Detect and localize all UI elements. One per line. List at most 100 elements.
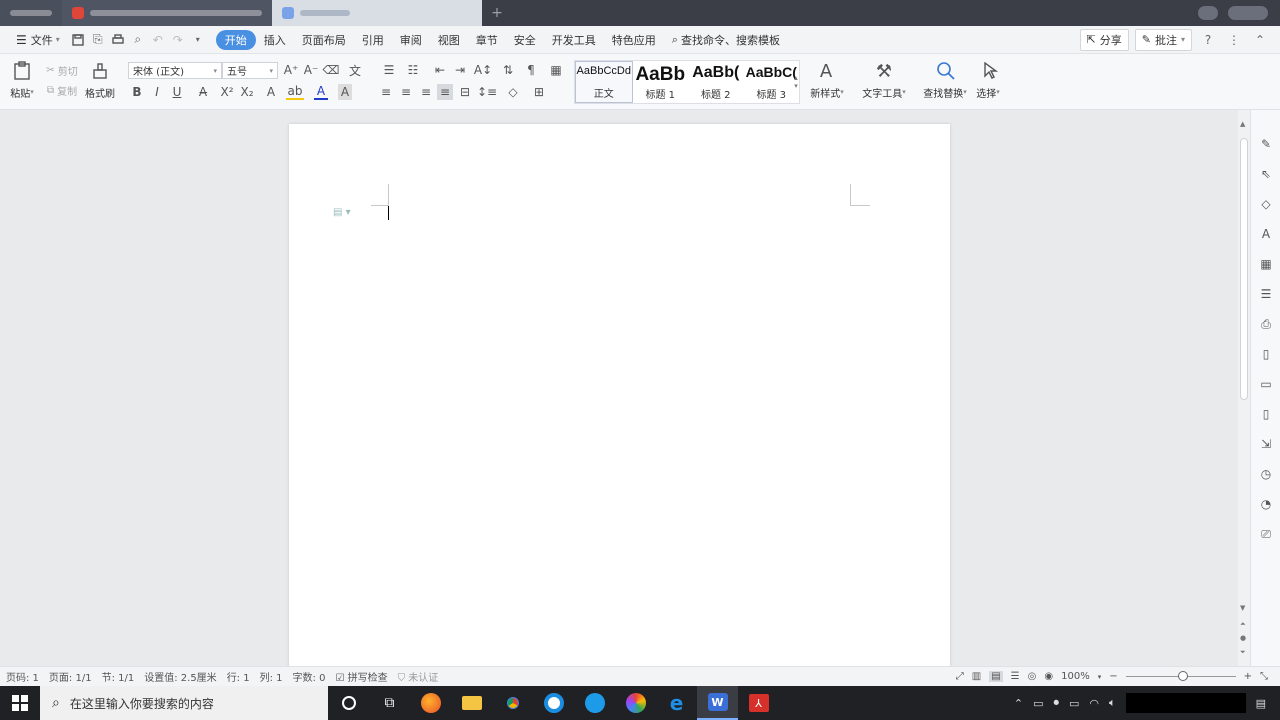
color-app-icon[interactable] — [615, 686, 656, 720]
text-tools-button[interactable]: 文字工具 ▾ — [858, 86, 910, 100]
cut-button[interactable]: ✂ 剪切 — [42, 64, 82, 78]
status-section[interactable]: 节: 1/1 — [102, 669, 135, 684]
shading-icon[interactable]: ◇ — [504, 84, 522, 100]
quick-access-dropdown-icon[interactable]: ▾ — [188, 30, 208, 50]
vertical-scrollbar[interactable]: ▲ ▼ ⏶ ● ⏷ — [1238, 110, 1250, 666]
find-replace-button[interactable]: 查找替换 ▾ — [918, 86, 972, 100]
char-shading-icon[interactable]: A — [338, 84, 352, 100]
new-style-icon[interactable]: A — [814, 60, 838, 82]
text-direction-icon[interactable]: A↕ — [474, 62, 492, 78]
chrome-icon[interactable] — [492, 686, 533, 720]
numbered-list-icon[interactable]: ☷ — [404, 62, 422, 78]
style-heading-2[interactable]: AaBb( 标题 2 — [688, 61, 744, 103]
outline-view-icon[interactable]: ☰ — [1011, 671, 1020, 682]
sort-icon[interactable]: ⇅ — [500, 62, 516, 78]
style-pane-icon[interactable]: A — [1258, 226, 1274, 242]
shapes-icon[interactable]: ◇ — [1258, 196, 1274, 212]
status-page-number[interactable]: 页码: 1 — [6, 669, 39, 684]
command-search[interactable]: ⌕ 查找命令、搜索模板 — [664, 30, 788, 50]
style-heading-1[interactable]: AaBb 标题 1 — [633, 61, 689, 103]
copy-button[interactable]: ⧉ 复制 — [42, 84, 82, 98]
help-icon[interactable]: ? — [1198, 30, 1218, 50]
backup-icon[interactable]: ⎚ — [1258, 526, 1274, 542]
feather-app-icon[interactable] — [574, 686, 615, 720]
status-word-count[interactable]: 字数: 0 — [293, 669, 326, 684]
format-painter-icon[interactable] — [88, 60, 112, 82]
phonetic-icon[interactable]: 文 — [346, 62, 364, 78]
zoom-level[interactable]: 100% — [1061, 671, 1090, 682]
next-page-icon[interactable]: ⏷ — [1240, 648, 1246, 657]
notification-icon[interactable]: ▤ — [1256, 697, 1266, 710]
underline-icon[interactable]: U — [168, 84, 186, 100]
tab-document-1[interactable] — [62, 0, 272, 26]
certification-status[interactable]: ⛉ 未认证 — [398, 669, 439, 684]
tab-insert[interactable]: 插入 — [256, 30, 294, 50]
browser-q-icon[interactable] — [533, 686, 574, 720]
file-menu[interactable]: ☰ 文件 ▾ — [8, 30, 68, 50]
wifi-icon[interactable]: ◠ — [1089, 697, 1099, 710]
fit-page-icon[interactable]: ⤡ — [1260, 671, 1268, 682]
scrollbar-thumb[interactable] — [1240, 138, 1248, 400]
volume-icon[interactable]: 🔈︎ — [1109, 696, 1116, 710]
zoom-out-icon[interactable]: − — [1109, 671, 1117, 682]
paste-options-icon[interactable]: ▤ ▾ — [333, 207, 351, 218]
align-left-icon[interactable]: ≡ — [378, 84, 394, 100]
output-pdf-icon[interactable]: ⎘ — [88, 30, 108, 50]
zoom-slider-knob[interactable] — [1177, 671, 1188, 681]
trash-icon[interactable]: ▯ — [1258, 406, 1274, 422]
windows-start-icon[interactable] — [0, 686, 40, 720]
zoom-slider[interactable] — [1125, 671, 1236, 681]
line-spacing-icon[interactable]: ↕≡ — [477, 84, 497, 100]
tab-start[interactable]: 开始 — [215, 29, 256, 50]
export-icon[interactable]: ⇲ — [1258, 436, 1274, 452]
paste-icon[interactable] — [8, 60, 36, 82]
page-view-icon[interactable]: ▤ — [989, 671, 1003, 682]
file-explorer-icon[interactable] — [451, 686, 492, 720]
status-row[interactable]: 行: 1 — [227, 669, 250, 684]
history-icon[interactable]: ◷ — [1258, 466, 1274, 482]
tab-document-2[interactable] — [272, 0, 482, 26]
battery-icon[interactable]: ▭ — [1069, 697, 1079, 710]
status-pages[interactable]: 页面: 1/1 — [49, 669, 92, 684]
read-mode-icon[interactable]: ▥ — [972, 671, 981, 682]
microphone-icon[interactable]: ⏺ — [1053, 696, 1059, 710]
tab-chapter[interactable]: 章节 — [468, 30, 506, 50]
cursor-icon[interactable] — [978, 60, 1002, 82]
find-icon[interactable] — [934, 60, 958, 82]
browse-object-icon[interactable]: ● — [1240, 634, 1246, 642]
undo-icon[interactable]: ↶ — [148, 30, 168, 50]
tab-page-layout[interactable]: 页面布局 — [294, 30, 354, 50]
decrease-indent-icon[interactable]: ⇤ — [432, 62, 448, 78]
distributed-icon[interactable]: ⊟ — [457, 84, 473, 100]
pdf-reader-icon[interactable]: ⅄ — [738, 686, 779, 720]
edge-icon[interactable]: e — [656, 686, 697, 720]
spell-check-button[interactable]: ☑ 拼写检查 — [335, 669, 387, 684]
format-painter-button[interactable]: 格式刷 — [82, 86, 118, 100]
table-icon[interactable]: ▦ — [1258, 256, 1274, 272]
status-column[interactable]: 列: 1 — [260, 669, 283, 684]
document-page[interactable]: ▤ ▾ — [289, 124, 950, 684]
select-button[interactable]: 选择 ▾ — [972, 86, 1004, 100]
scroll-down-icon[interactable]: ▼ — [1240, 604, 1245, 612]
highlight-icon[interactable]: ab — [286, 84, 304, 100]
style-gallery-scroll[interactable]: ▴ ▾ — [790, 60, 802, 104]
style-normal[interactable]: AaBbCcDd 正文 — [575, 61, 633, 103]
cortana-icon[interactable] — [328, 686, 369, 720]
paste-button[interactable]: 粘贴 ▾ — [6, 86, 38, 100]
strikethrough-icon[interactable]: A̶ — [194, 84, 212, 100]
clock-area[interactable] — [1125, 693, 1246, 713]
fullscreen-icon[interactable]: ⤢ — [956, 671, 964, 682]
subscript-icon[interactable]: X₂ — [240, 84, 254, 100]
wrench-icon[interactable]: ⚒ — [872, 60, 896, 82]
border-icon[interactable]: ▦ — [548, 62, 564, 78]
scroll-up-icon[interactable]: ▲ — [1240, 120, 1245, 128]
clear-format-icon[interactable]: ⌫ — [323, 62, 340, 78]
meeting-icon[interactable]: ▭ — [1033, 697, 1043, 710]
tab-security[interactable]: 安全 — [506, 30, 544, 50]
print-preview-icon[interactable]: ⌕ — [128, 30, 148, 50]
window-controls[interactable] — [1228, 6, 1268, 20]
save-icon[interactable] — [68, 30, 88, 50]
new-style-button[interactable]: 新样式 ▾ — [806, 86, 848, 100]
new-tab-button[interactable]: + — [482, 0, 512, 26]
redo-icon[interactable]: ↷ — [168, 30, 188, 50]
